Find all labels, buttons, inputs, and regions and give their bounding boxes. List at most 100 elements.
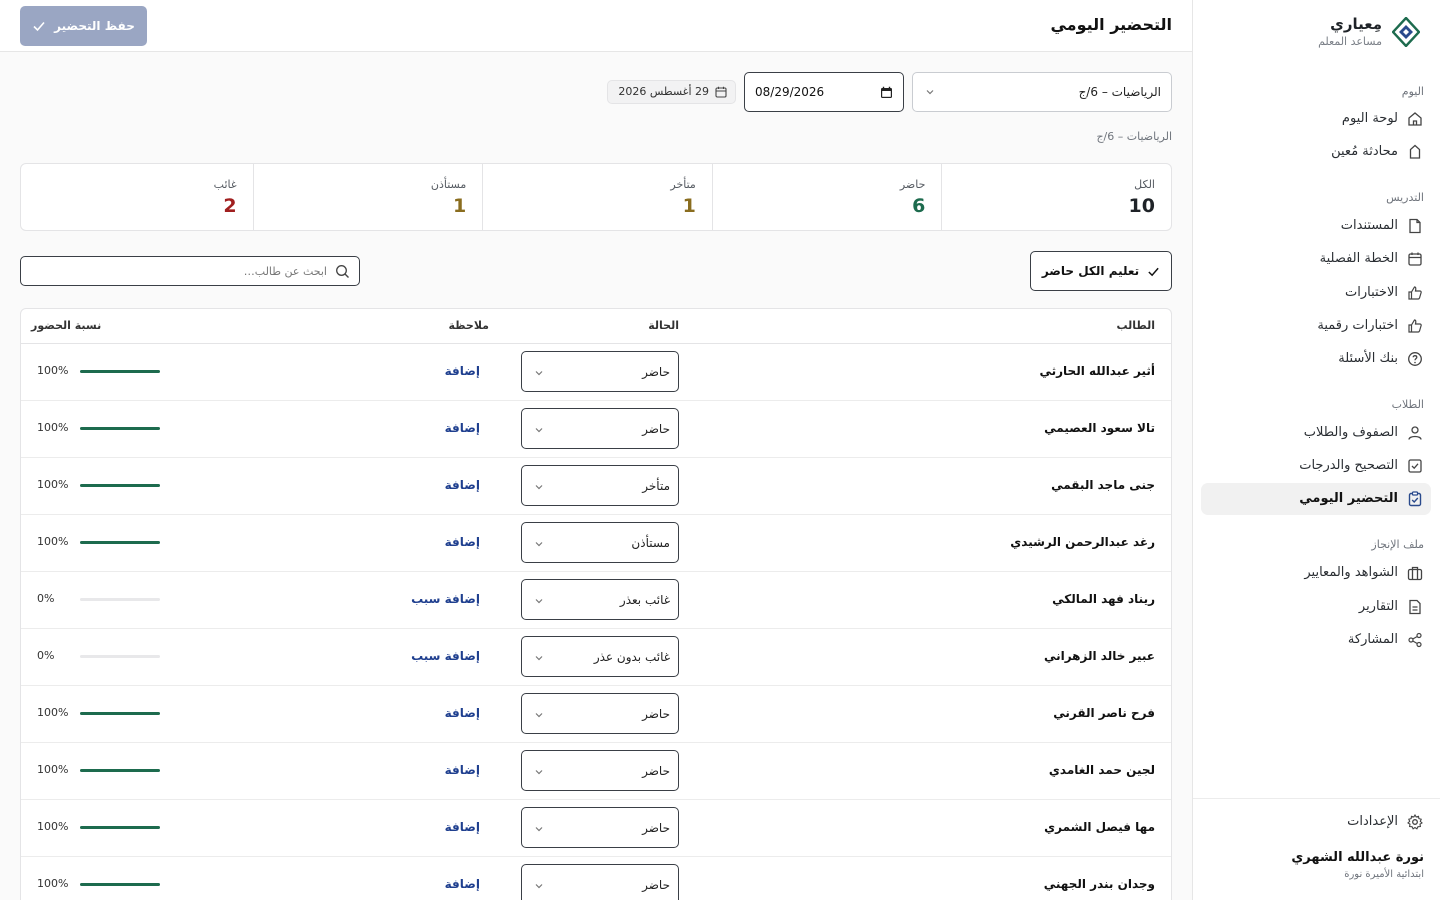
sidebar-item-digital-exams[interactable]: اختبارات رقمية xyxy=(1201,310,1431,342)
save-attendance-button[interactable]: حفظ التحضير xyxy=(20,6,147,46)
attendance-percent: 100% xyxy=(37,421,69,434)
status-select[interactable]: حاضر xyxy=(521,750,679,791)
table-header: الطالب الحالة ملاحظة نسبة الحضور xyxy=(21,309,1171,344)
status-select[interactable]: حاضر xyxy=(521,864,679,900)
chevron-down-icon xyxy=(535,827,543,832)
nav-section-students: الطلاب xyxy=(1391,398,1424,411)
sidebar-item-dashboard[interactable]: لوحة اليوم xyxy=(1201,103,1431,135)
sidebar-item-grading[interactable]: التصحيح والدرجات xyxy=(1201,450,1431,482)
sidebar-item-settings[interactable]: الإعدادات xyxy=(1201,806,1431,838)
chevron-down-icon xyxy=(535,599,543,604)
attendance-bar-fill xyxy=(80,883,160,886)
student-search[interactable] xyxy=(20,256,360,286)
add-note-link[interactable]: إضافة سبب xyxy=(411,592,480,606)
sidebar-item-daily-attendance[interactable]: التحضير اليومي xyxy=(1201,483,1431,515)
question-icon xyxy=(1408,352,1422,366)
stat-value: 6 xyxy=(912,195,926,217)
add-note-link[interactable]: إضافة xyxy=(445,820,480,834)
sidebar-item-reports[interactable]: التقارير xyxy=(1201,591,1431,623)
chevron-down-icon xyxy=(535,542,543,547)
sidebar-item-label: التصحيح والدرجات xyxy=(1299,458,1398,473)
sidebar-item-label: التحضير اليومي xyxy=(1299,491,1398,506)
sidebar-item-classes-students[interactable]: الصفوف والطلاب xyxy=(1201,417,1431,449)
status-select[interactable]: حاضر xyxy=(521,693,679,734)
student-name: فرح ناصر القرني xyxy=(1053,706,1155,720)
check-icon xyxy=(1148,267,1159,276)
status-select[interactable]: مستأذن xyxy=(521,522,679,563)
sidebar-item-exams[interactable]: الاختبارات xyxy=(1201,277,1431,309)
student-name: عبير خالد الزهراني xyxy=(1043,649,1155,663)
stat-value: 10 xyxy=(1128,195,1155,217)
calendar-icon[interactable] xyxy=(880,86,893,99)
table-row: عبير خالد الزهراني غائب بدون عذر إضافة سبب… xyxy=(21,629,1171,686)
add-note-link[interactable]: إضافة xyxy=(445,763,480,777)
search-input[interactable] xyxy=(37,262,327,280)
sidebar-item-label: بنك الأسئلة xyxy=(1338,351,1398,366)
user-name: نورة عبدالله الشهري xyxy=(1291,850,1424,865)
status-value: غائب بدون عذر xyxy=(593,650,670,664)
add-note-link[interactable]: إضافة xyxy=(445,706,480,720)
attendance-bar-fill xyxy=(80,541,160,544)
stat-value: 1 xyxy=(682,195,696,217)
add-note-link[interactable]: إضافة xyxy=(445,478,480,492)
sidebar-item-semester-plan[interactable]: الخطة الفصلية xyxy=(1201,243,1431,275)
attendance-bar-fill xyxy=(80,769,160,772)
gear-icon xyxy=(1407,814,1423,830)
attendance-stats: الكل 10 حاضر 6 متأخر 1 مستأذن 1 غائب 2 xyxy=(20,163,1172,231)
sidebar-footer-divider xyxy=(1193,798,1440,799)
brand[interactable]: مِعياري مساعد المعلم xyxy=(1208,14,1424,54)
attendance-percent: 100% xyxy=(37,364,69,377)
attendance-bar xyxy=(80,427,160,430)
sidebar-item-chat[interactable]: محادثة مُعين xyxy=(1201,136,1431,168)
chevron-down-icon xyxy=(535,656,543,661)
mark-all-present-button[interactable]: تعليم الكل حاضر xyxy=(1030,251,1172,291)
sidebar-item-question-bank[interactable]: بنك الأسئلة xyxy=(1201,343,1431,375)
report-icon xyxy=(1409,599,1421,615)
nav-section-portfolio: ملف الإنجاز xyxy=(1371,538,1424,551)
table-row: ريناد فهد المالكي غائب بعذر إضافة سبب 0% xyxy=(21,572,1171,629)
sidebar-item-label: الخطة الفصلية xyxy=(1319,251,1398,266)
add-note-link[interactable]: إضافة xyxy=(445,877,480,891)
nav-section-today: اليوم xyxy=(1401,85,1424,98)
add-note-link[interactable]: إضافة xyxy=(445,364,480,378)
status-value: متأخر xyxy=(642,479,670,493)
status-select[interactable]: غائب بعذر xyxy=(521,579,679,620)
chevron-down-icon xyxy=(926,90,934,95)
sidebar-item-evidence-standards[interactable]: الشواهد والمعايير xyxy=(1201,557,1431,589)
date-input[interactable]: 08/29/2026 xyxy=(744,72,904,112)
add-note-link[interactable]: إضافة xyxy=(445,421,480,435)
user-icon xyxy=(1408,426,1422,440)
stat-label: مستأذن xyxy=(430,178,467,191)
calendar-icon xyxy=(715,86,727,98)
attendance-bar xyxy=(80,883,160,886)
attendance-bar xyxy=(80,769,160,772)
student-name: أثير عبدالله الحارثي xyxy=(1039,364,1156,378)
home-icon xyxy=(1408,112,1422,126)
share-icon xyxy=(1408,632,1422,648)
status-select[interactable]: غائب بدون عذر xyxy=(521,636,679,677)
sidebar-item-documents[interactable]: المستندات xyxy=(1201,210,1431,242)
sidebar-item-label: المستندات xyxy=(1340,218,1398,233)
briefcase-icon xyxy=(1407,566,1423,581)
sidebar-item-sharing[interactable]: المشاركة xyxy=(1201,624,1431,656)
attendance-bar-fill xyxy=(80,427,160,430)
sidebar: مِعياري مساعد المعلم اليوم لوحة اليوم مح… xyxy=(1192,0,1440,900)
status-select[interactable]: متأخر xyxy=(521,465,679,506)
attendance-bar xyxy=(80,484,160,487)
status-select[interactable]: حاضر xyxy=(521,351,679,392)
sidebar-item-label: الشواهد والمعايير xyxy=(1304,565,1398,580)
top-header: التحضير اليومي حفظ التحضير xyxy=(0,0,1192,52)
chevron-down-icon xyxy=(535,713,543,718)
class-caption: الرياضيات – 6/ج xyxy=(1096,130,1172,143)
date-input-value: 08/29/2026 xyxy=(755,85,825,99)
add-note-link[interactable]: إضافة xyxy=(445,535,480,549)
sidebar-item-label: محادثة مُعين xyxy=(1331,144,1398,159)
date-display-chip: 29 أغسطس 2026 xyxy=(607,80,736,104)
class-select[interactable]: الرياضيات – 6/ج xyxy=(912,72,1172,112)
document-icon xyxy=(1409,218,1421,234)
student-name: رغد عبدالرحمن الرشيدي xyxy=(1010,535,1155,549)
add-note-link[interactable]: إضافة سبب xyxy=(411,649,480,663)
status-value: مستأذن xyxy=(631,536,670,550)
status-select[interactable]: حاضر xyxy=(521,408,679,449)
status-select[interactable]: حاضر xyxy=(521,807,679,848)
